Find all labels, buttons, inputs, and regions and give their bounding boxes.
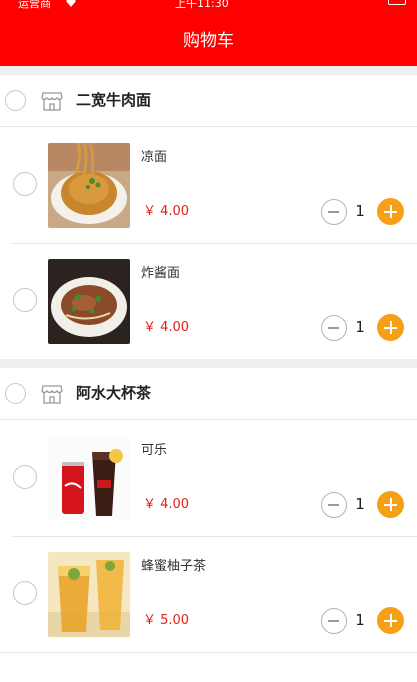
shop-name[interactable]: 二宽牛肉面 [76, 89, 151, 111]
item-select-radio[interactable] [13, 465, 37, 489]
item-name: 蜂蜜柚子茶 [141, 559, 207, 574]
decrease-quantity-button[interactable] [321, 199, 347, 225]
increase-quantity-button[interactable] [377, 314, 404, 341]
decrease-quantity-button[interactable] [321, 608, 347, 634]
cart-item: 蜂蜜柚子茶 ￥ 5.00 1 [0, 536, 417, 652]
item-name: 凉面 [141, 150, 168, 165]
item-name: 可乐 [141, 443, 168, 458]
store-icon [41, 92, 63, 111]
increase-quantity-button[interactable] [377, 198, 404, 225]
cola-image[interactable] [48, 436, 130, 521]
status-bar: 运营商 上午11:30 [0, 0, 417, 14]
cart-item: 凉面 ￥ 4.00 1 [0, 127, 417, 243]
shop-name[interactable]: 阿水大杯茶 [76, 382, 151, 404]
zhajiang-noodles-image[interactable] [48, 259, 130, 344]
shop-header: 阿水大杯茶 [0, 368, 417, 420]
item-price: ￥ 5.00 [143, 613, 190, 628]
item-select-radio[interactable] [13, 172, 37, 196]
item-select-radio[interactable] [13, 288, 37, 312]
item-quantity: 1 [355, 611, 365, 629]
store-icon [41, 385, 63, 404]
shop-section: 阿水大杯茶 可乐 ￥ 4.00 1 蜂蜜柚子茶 ￥ 5.00 1 [0, 368, 417, 652]
item-price: ￥ 4.00 [143, 497, 190, 512]
item-quantity: 1 [355, 202, 365, 220]
item-price: ￥ 4.00 [143, 320, 190, 335]
item-price: ￥ 4.00 [143, 204, 190, 219]
cart-item: 可乐 ￥ 4.00 1 [0, 420, 417, 536]
carrier-label: 运营商 [18, 0, 51, 10]
cold-noodles-image[interactable] [48, 143, 130, 228]
honey-citron-tea-image[interactable] [48, 552, 130, 637]
decrease-quantity-button[interactable] [321, 315, 347, 341]
item-name: 炸酱面 [141, 266, 181, 281]
decrease-quantity-button[interactable] [321, 492, 347, 518]
item-quantity: 1 [355, 495, 365, 513]
battery-icon [388, 0, 406, 5]
increase-quantity-button[interactable] [377, 607, 404, 634]
shop-section: 二宽牛肉面 凉面 ￥ 4.00 1 炸酱面 ￥ 4.00 1 [0, 75, 417, 359]
page-title: 购物车 [183, 31, 234, 51]
shop-select-radio[interactable] [5, 90, 26, 111]
item-quantity: 1 [355, 318, 365, 336]
cart-list[interactable]: 二宽牛肉面 凉面 ￥ 4.00 1 炸酱面 ￥ 4.00 1 阿水大杯茶 可乐 … [0, 66, 417, 682]
item-select-radio[interactable] [13, 581, 37, 605]
increase-quantity-button[interactable] [377, 491, 404, 518]
app-header: 运营商 上午11:30 购物车 [0, 0, 417, 66]
clock: 上午11:30 [175, 0, 229, 10]
shop-header: 二宽牛肉面 [0, 75, 417, 127]
cart-item: 炸酱面 ￥ 4.00 1 [0, 243, 417, 359]
shop-select-radio[interactable] [5, 383, 26, 404]
wifi-icon [64, 0, 78, 11]
